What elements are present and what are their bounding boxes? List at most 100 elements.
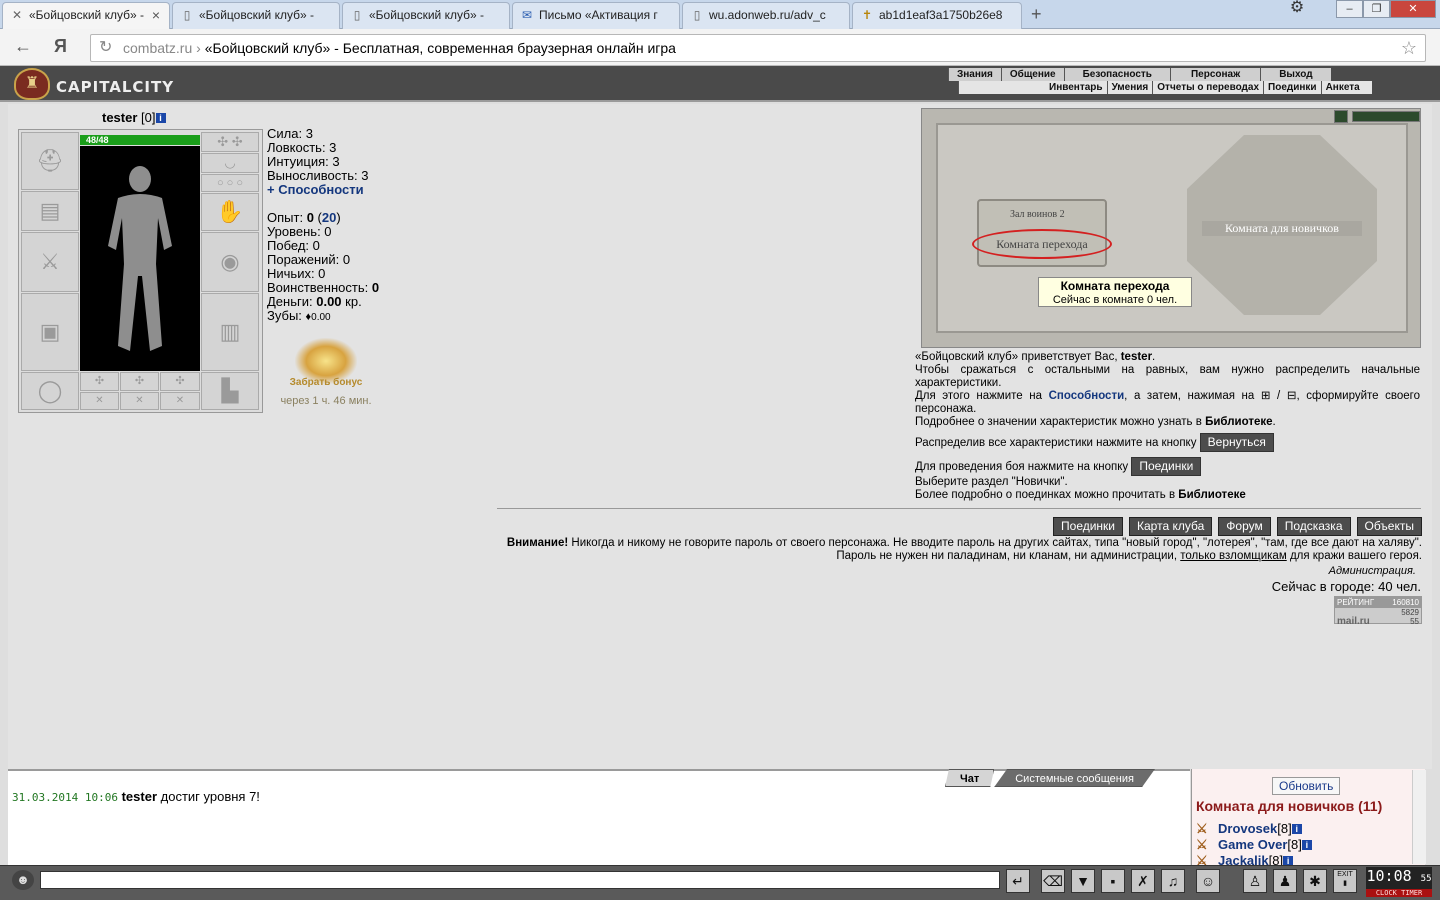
group-icon[interactable]: ♟ bbox=[1273, 869, 1297, 893]
menu-communication[interactable]: Общение bbox=[1000, 68, 1064, 81]
clock-label: CLOCK TIMER bbox=[1366, 889, 1432, 897]
player-row[interactable]: ⚔ Drovosek[8] i bbox=[1196, 821, 1302, 837]
gloves-slot[interactable]: ✋ bbox=[201, 193, 259, 231]
menu-skills[interactable]: Умения bbox=[1106, 81, 1153, 94]
player-name[interactable]: Drovosek bbox=[1218, 821, 1277, 836]
leggings-slot[interactable]: ▥ bbox=[201, 293, 259, 371]
hackers-link[interactable]: только взломщикам bbox=[1180, 550, 1286, 562]
city-name: CAPITALCITY bbox=[56, 78, 175, 96]
tab-system-messages[interactable]: Системные сообщения bbox=[994, 769, 1155, 787]
bookmark-star-icon[interactable]: ☆ bbox=[1401, 35, 1417, 61]
tab-6[interactable]: ✝ ab1d1eaf3a1750b26e8 bbox=[852, 2, 1022, 29]
bonus-label[interactable]: Забрать бонус bbox=[272, 377, 380, 388]
refresh-button[interactable]: Обновить bbox=[1272, 777, 1341, 795]
armor-slot[interactable]: ▣ bbox=[21, 293, 79, 371]
helmet-slot[interactable]: ⛑ bbox=[21, 132, 79, 190]
smiles-icon[interactable]: ☺ bbox=[1196, 869, 1220, 893]
tab-chat[interactable]: Чат bbox=[945, 769, 995, 787]
chat-user[interactable]: tester bbox=[122, 789, 157, 804]
scroll-slot-3[interactable]: ✕ bbox=[160, 392, 200, 410]
close-window-button[interactable]: ✕ bbox=[1390, 0, 1436, 18]
filter-icon[interactable]: ▼ bbox=[1071, 869, 1095, 893]
rune-slot-3[interactable]: ✣ bbox=[160, 372, 200, 391]
earring-slot[interactable]: ✣ ✣ bbox=[201, 132, 259, 152]
chat-smiley-icon[interactable]: ☻ bbox=[12, 870, 34, 890]
necklace-slot[interactable]: ◡ bbox=[201, 153, 259, 173]
back-icon[interactable]: ← bbox=[14, 36, 32, 57]
room-newbies-label[interactable]: Комната для новичков bbox=[1202, 221, 1362, 236]
info-icon[interactable]: i bbox=[1283, 856, 1294, 865]
new-tab-icon[interactable]: + bbox=[1031, 4, 1042, 25]
player-name[interactable]: Jackalik bbox=[1218, 853, 1269, 865]
info-icon[interactable]: i bbox=[1301, 840, 1312, 850]
character-name-text: tester bbox=[102, 110, 138, 125]
settings-icon[interactable]: ⚙ bbox=[1283, 0, 1311, 18]
minimize-button[interactable]: – bbox=[1336, 0, 1363, 18]
menu-inventory[interactable]: Инвентарь bbox=[958, 81, 1107, 94]
menu-fights[interactable]: Поединки bbox=[1263, 81, 1321, 94]
exp-next[interactable]: 20 bbox=[322, 210, 336, 225]
menu-transfers[interactable]: Отчеты о переводах bbox=[1152, 81, 1264, 94]
forum-button[interactable]: Форум bbox=[1218, 517, 1271, 536]
library-link-2[interactable]: Библиотеке bbox=[1178, 489, 1245, 501]
chat-input[interactable] bbox=[40, 871, 1000, 889]
boots-slot[interactable]: ▙ bbox=[201, 372, 259, 410]
menu-knowledge[interactable]: Знания bbox=[948, 68, 1001, 81]
bonus-block[interactable]: Забрать бонус через 1 ч. 46 мин. bbox=[272, 338, 380, 407]
scroll-slot-2[interactable]: ✕ bbox=[120, 392, 159, 410]
war-label: Воинственность: bbox=[267, 280, 369, 295]
translit-icon[interactable]: ✗ bbox=[1131, 869, 1155, 893]
shield-slot[interactable]: ◉ bbox=[201, 232, 259, 292]
room-warriors-2-label[interactable]: Зал воинов 2 bbox=[1010, 209, 1065, 220]
menu-profile[interactable]: Анкета bbox=[1320, 81, 1372, 94]
menu-security[interactable]: Безопасность bbox=[1063, 68, 1170, 81]
club-map-button[interactable]: Карта клуба bbox=[1129, 517, 1213, 536]
menu-exit[interactable]: Выход bbox=[1260, 68, 1331, 81]
room-transit-label[interactable]: Комната перехода bbox=[972, 229, 1112, 259]
abilities-link[interactable]: + Способности bbox=[267, 183, 379, 197]
url-field[interactable]: ↻ combatz.ru › «Бойцовский клуб» - Беспл… bbox=[90, 34, 1426, 62]
tab-2[interactable]: ▯ «Бойцовский клуб» - bbox=[172, 2, 340, 29]
objects-button[interactable]: Объекты bbox=[1356, 517, 1422, 536]
belt-slot[interactable]: ◯ bbox=[21, 372, 79, 410]
url-separator: › bbox=[192, 40, 205, 56]
rings-slot[interactable]: ○ ○ ○ bbox=[201, 174, 259, 192]
teeth-value: 0.00 bbox=[311, 312, 331, 323]
weapon-slot[interactable]: ⚔ bbox=[21, 232, 79, 292]
tab-4[interactable]: ✉ Письмо «Активация г bbox=[512, 2, 680, 29]
send-icon[interactable]: ↵ bbox=[1006, 869, 1030, 893]
player-row[interactable]: ⚔ Game Over[8] i bbox=[1196, 837, 1312, 853]
eraser-icon[interactable]: ⌫ bbox=[1041, 869, 1065, 893]
sound-icon[interactable]: ♫ bbox=[1161, 869, 1185, 893]
rune-slot-1[interactable]: ✣ bbox=[80, 372, 119, 391]
rating-counter[interactable]: РЕЙТИНГ 160810 5829 mail.ru 55 bbox=[1334, 596, 1422, 627]
tab-1[interactable]: ✕ «Бойцовский клуб» - × bbox=[2, 2, 170, 30]
yandex-icon[interactable]: Я bbox=[54, 36, 67, 57]
map-refresh-icon[interactable] bbox=[1334, 110, 1348, 123]
player-row[interactable]: ⚔ Jackalik[8] i bbox=[1196, 853, 1294, 865]
player-name[interactable]: Game Over bbox=[1218, 837, 1287, 852]
tab-5[interactable]: ▯ wu.adonweb.ru/adv_c bbox=[682, 2, 850, 29]
reload-icon[interactable]: ↻ bbox=[99, 35, 112, 61]
room-scrollbar[interactable] bbox=[1412, 770, 1426, 864]
info-icon[interactable]: i bbox=[1291, 824, 1302, 834]
hint-button[interactable]: Подсказка bbox=[1276, 517, 1351, 536]
character-icon[interactable]: ♙ bbox=[1243, 869, 1267, 893]
menu-character[interactable]: Персонаж bbox=[1169, 68, 1261, 81]
bug-icon[interactable]: ✱ bbox=[1303, 869, 1327, 893]
rune-slot-2[interactable]: ✣ bbox=[120, 372, 159, 391]
fights-button[interactable]: Поединки bbox=[1131, 457, 1202, 476]
abilities-text-link[interactable]: Способности bbox=[1049, 390, 1125, 402]
tab-3[interactable]: ▯ «Бойцовский клуб» - bbox=[342, 2, 510, 29]
scroll-slot-1[interactable]: ✕ bbox=[80, 392, 119, 410]
save-icon[interactable]: ▪ bbox=[1101, 869, 1125, 893]
fights-nav-button[interactable]: Поединки bbox=[1053, 517, 1124, 536]
character-name[interactable]: tester [0] i bbox=[102, 110, 166, 125]
bracers-slot[interactable]: ▤ bbox=[21, 191, 79, 231]
exit-icon[interactable]: EXIT ▮ bbox=[1333, 869, 1357, 893]
library-link[interactable]: Библиотеке bbox=[1205, 416, 1272, 428]
info-icon[interactable]: i bbox=[155, 113, 166, 123]
close-icon[interactable]: × bbox=[152, 3, 160, 28]
maximize-button[interactable]: ❐ bbox=[1363, 0, 1390, 18]
return-button[interactable]: Вернуться bbox=[1199, 433, 1274, 452]
